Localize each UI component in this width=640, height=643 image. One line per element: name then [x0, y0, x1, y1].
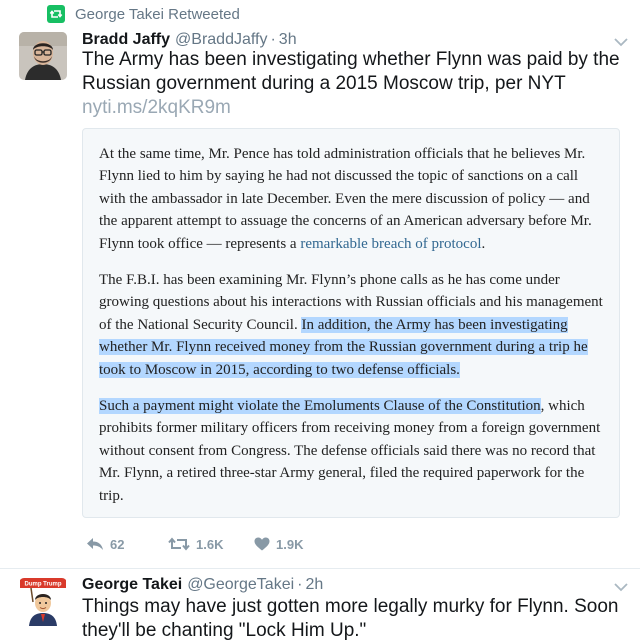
highlighted-text: Such a payment might violate the Emolume… [99, 398, 541, 415]
display-name[interactable]: George Takei [82, 576, 182, 594]
retweet-context: George Takei Retweeted [47, 5, 240, 23]
tweet-header: George Takei @GeorgeTakei · 2h [82, 576, 323, 596]
reply-button[interactable]: 62 [86, 537, 168, 552]
avatar-image [19, 32, 67, 80]
avatar[interactable]: Dump Trump [19, 578, 67, 626]
chevron-down-icon[interactable] [614, 582, 628, 592]
retweet-banner-text[interactable]: George Takei Retweeted [75, 6, 240, 23]
tweet-card[interactable]: George Takei Retweeted Bradd Jaffy @Brad… [0, 0, 640, 569]
retweet-icon [47, 5, 65, 23]
avatar-image: Dump Trump [19, 578, 67, 626]
chevron-down-icon[interactable] [614, 37, 628, 47]
tweet-link[interactable]: nyti.ms/2kqKR9m [82, 97, 231, 118]
tweet-actions: 62 1.6K 1.9K [86, 534, 303, 554]
display-name[interactable]: Bradd Jaffy [82, 31, 170, 49]
timestamp[interactable]: 3h [279, 31, 297, 49]
reply-count: 62 [110, 536, 125, 552]
excerpt-text: . [481, 235, 486, 252]
article-link[interactable]: remarkable breach of protocol [300, 236, 481, 252]
avatar[interactable] [19, 32, 67, 80]
retweet-button[interactable]: 1.6K [168, 537, 254, 552]
separator: · [297, 576, 303, 593]
like-count: 1.9K [276, 536, 304, 552]
retweet-icon [168, 537, 190, 551]
like-button[interactable]: 1.9K [254, 537, 303, 552]
article-excerpt-card[interactable]: At the same time, Mr. Pence has told adm… [82, 128, 620, 518]
retweet-count: 1.6K [196, 536, 224, 552]
excerpt-paragraph-1: At the same time, Mr. Pence has told adm… [99, 143, 603, 255]
separator: · [270, 31, 276, 48]
excerpt-paragraph-2: The F.B.I. has been examining Mr. Flynn’… [99, 269, 603, 381]
heart-icon [254, 537, 270, 551]
username[interactable]: @GeorgeTakei [187, 576, 294, 594]
tweet-text-body: The Army has been investigating whether … [82, 49, 620, 94]
avatar-sign-text: Dump Trump [25, 582, 62, 588]
tweet-text: Things may have just gotten more legally… [82, 596, 619, 641]
excerpt-paragraph-3: Such a payment might violate the Emolume… [99, 395, 603, 507]
tweet-text: The Army has been investigating whether … [82, 48, 627, 120]
username[interactable]: @BraddJaffy [175, 31, 267, 49]
timestamp[interactable]: 2h [305, 576, 323, 594]
reply-icon [87, 538, 103, 550]
